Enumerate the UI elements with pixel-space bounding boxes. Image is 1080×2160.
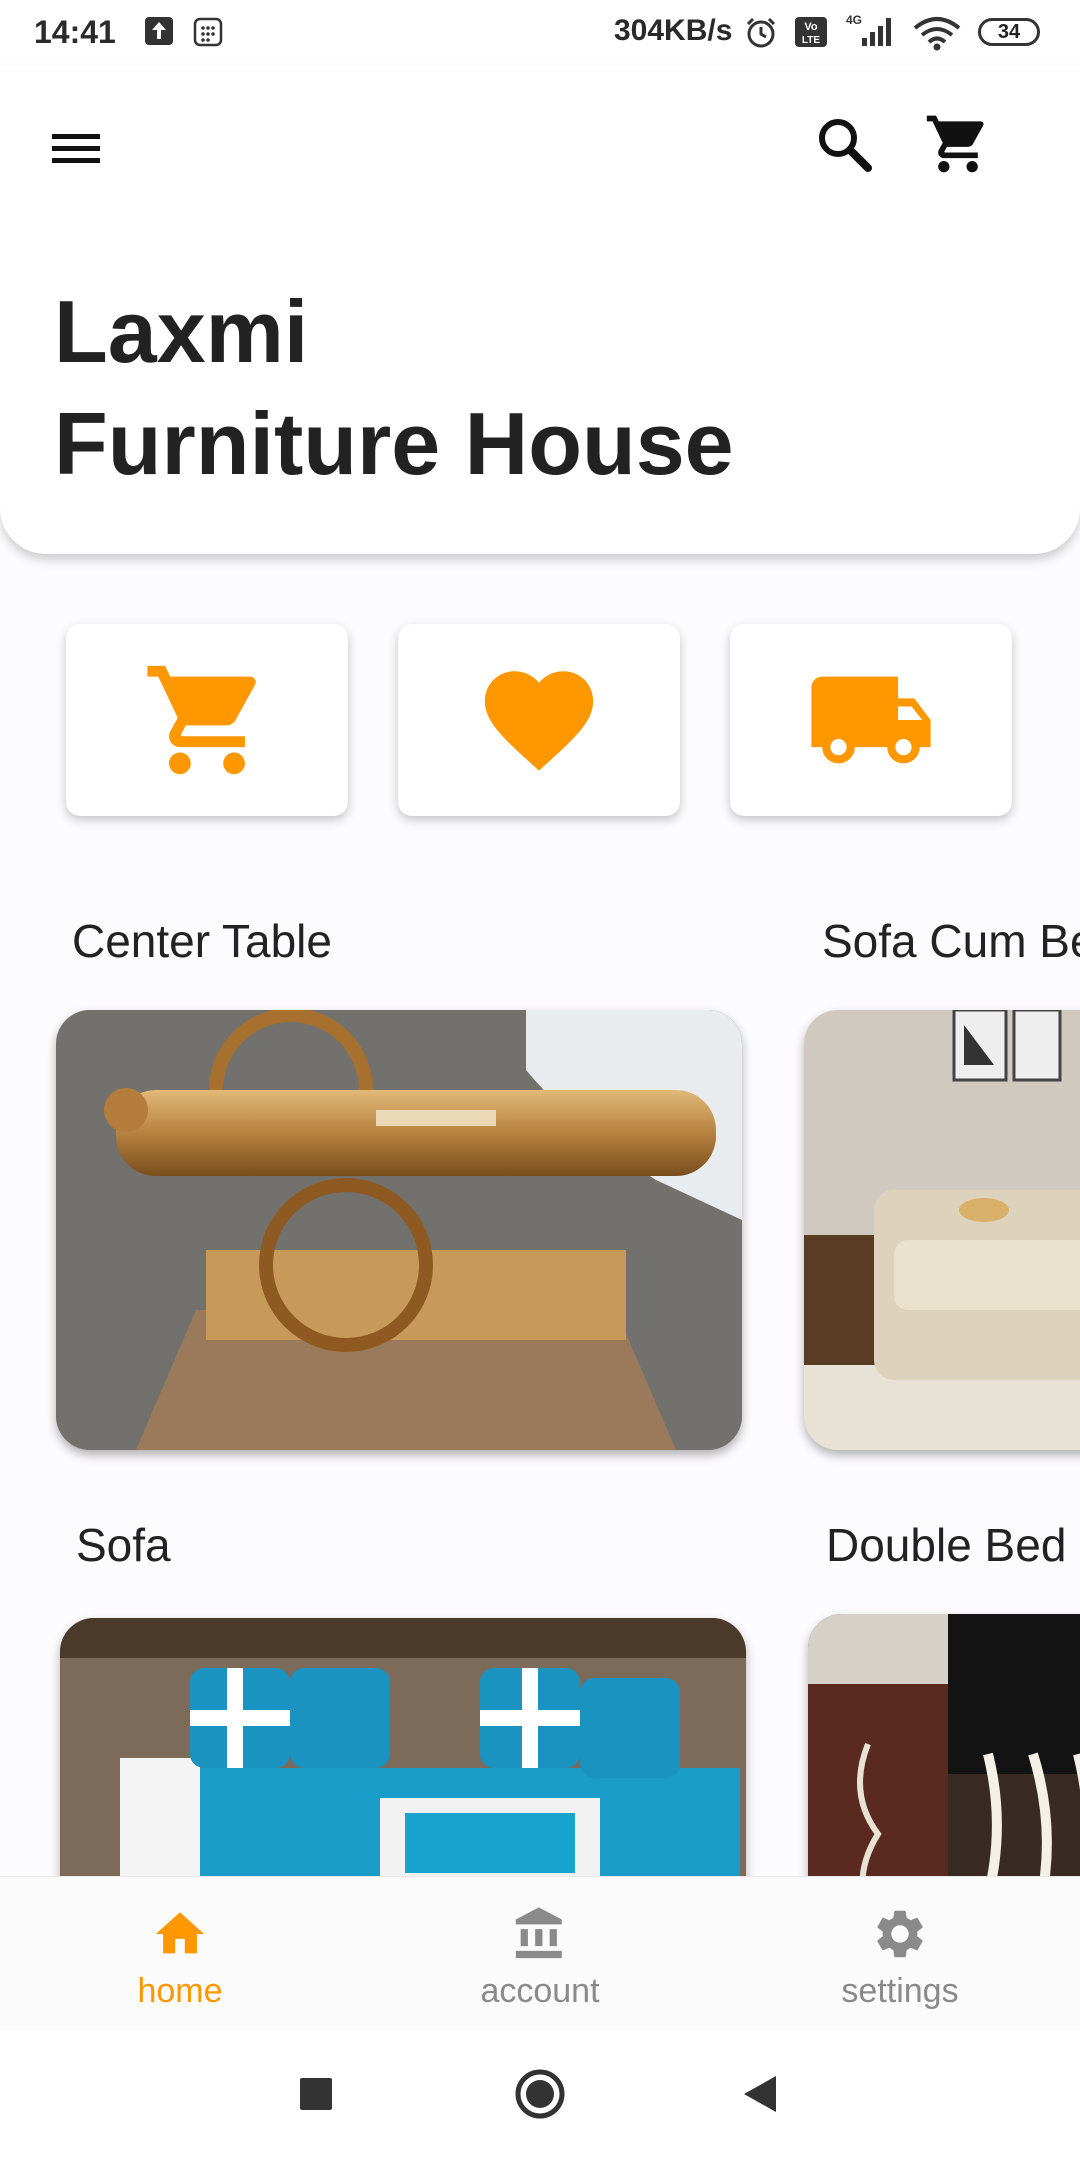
nav-label-settings: settings [841, 1972, 959, 2010]
truck-icon [811, 676, 931, 764]
search-button[interactable] [812, 112, 876, 176]
cart-icon [147, 665, 256, 775]
quick-action-cart[interactable] [66, 624, 348, 816]
category-label-sofa-cum-bed[interactable]: Sofa Cum Bed [822, 914, 1080, 968]
bank-icon [515, 1907, 562, 1959]
home-system-button[interactable] [514, 2068, 566, 2125]
circle-icon [515, 2069, 565, 2119]
recents-button[interactable] [300, 2078, 332, 2115]
cart-icon [926, 115, 984, 173]
heart-icon [484, 671, 594, 771]
battery-indicator: 34 [978, 18, 1040, 46]
volte-icon: Vo LTE [794, 16, 828, 53]
category-label-sofa[interactable]: Sofa [76, 1518, 171, 1572]
back-triangle-icon [744, 2076, 776, 2112]
menu-icon [52, 134, 100, 163]
status-bar: 14:41 304KB/s Vo LTE 4G 34 [0, 0, 1080, 66]
network-speed: 304KB/s [614, 14, 733, 47]
svg-text:LTE: LTE [802, 35, 820, 46]
bottom-navigation: home account settings [0, 1876, 1080, 2031]
quick-action-wishlist[interactable] [398, 624, 680, 816]
calendar-icon [192, 16, 224, 53]
nav-label-home: home [137, 1972, 223, 2010]
svg-text:Vo: Vo [804, 21, 818, 33]
header-card: Laxmi Furniture House [0, 66, 1080, 554]
alarm-icon [744, 16, 778, 55]
category-image-sofa[interactable] [60, 1618, 746, 1918]
category-image-double-bed[interactable] [808, 1614, 1080, 1914]
store-title-line2: Furniture House [54, 394, 734, 493]
status-time: 14:41 [34, 14, 116, 50]
category-label-double-bed[interactable]: Double Bed [826, 1518, 1066, 1572]
quick-action-delivery[interactable] [730, 624, 1012, 816]
upload-icon [144, 16, 174, 51]
nav-label-account: account [480, 1972, 600, 2010]
nav-item-home[interactable]: home [80, 1905, 280, 2011]
home-icon [155, 1912, 205, 1954]
category-image-sofa-cum-bed[interactable] [804, 1010, 1080, 1450]
square-icon [300, 2078, 332, 2110]
signal-icon: 4G [842, 12, 898, 55]
category-image-center-table[interactable] [56, 1010, 742, 1450]
network-type: 4G [846, 13, 862, 27]
store-title: Laxmi Furniture House [54, 276, 734, 500]
wifi-icon [912, 16, 962, 57]
nav-item-account[interactable]: account [440, 1905, 640, 2011]
nav-item-settings[interactable]: settings [800, 1905, 1000, 2011]
system-navigation-bar [0, 2030, 1080, 2160]
back-button[interactable] [742, 2074, 778, 2119]
search-icon [819, 119, 872, 172]
cart-button[interactable] [924, 110, 992, 178]
gear-icon [877, 1910, 923, 1958]
store-title-line1: Laxmi [54, 282, 309, 381]
category-label-center-table[interactable]: Center Table [72, 914, 332, 968]
menu-button[interactable] [46, 122, 106, 174]
